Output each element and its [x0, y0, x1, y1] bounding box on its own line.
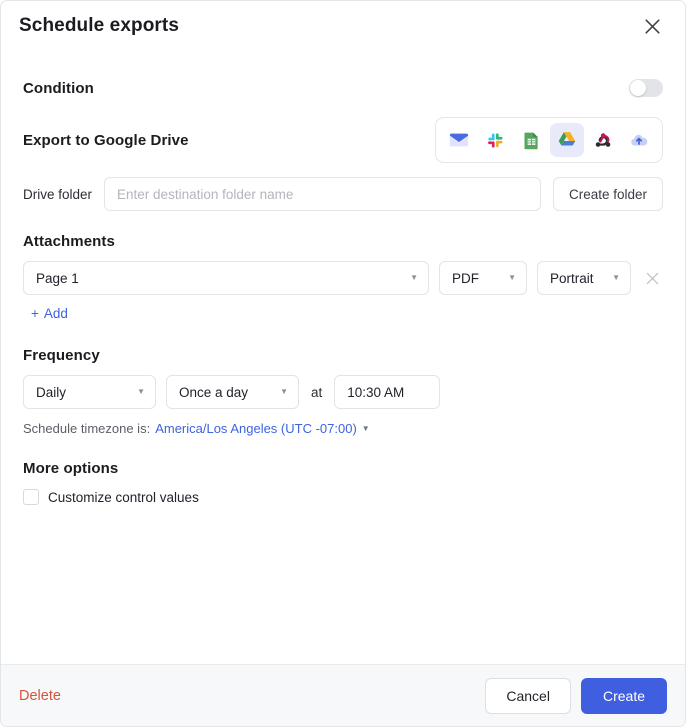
add-attachment-label: Add — [43, 306, 68, 321]
frequency-row: Daily ▼ Once a day ▼ at — [23, 375, 663, 409]
attachment-format-value: PDF — [452, 270, 479, 286]
plus-icon: + — [31, 306, 39, 321]
chevron-down-icon: ▼ — [137, 387, 145, 396]
customize-control-values-label: Customize control values — [48, 489, 199, 505]
timezone-row: Schedule timezone is: America/Los Angele… — [23, 421, 663, 436]
add-attachment-button[interactable]: + Add — [23, 306, 68, 321]
chevron-down-icon[interactable]: ▼ — [362, 424, 370, 433]
dialog-header: Schedule exports — [1, 1, 685, 51]
timezone-link[interactable]: America/Los Angeles (UTC -07:00) — [155, 421, 357, 436]
destination-slack[interactable] — [478, 123, 512, 157]
condition-label: Condition — [23, 79, 94, 97]
attachment-orientation-select[interactable]: Portrait ▼ — [537, 261, 631, 295]
destination-email[interactable] — [442, 123, 476, 157]
attachments-heading: Attachments — [23, 233, 115, 250]
frequency-repeat-value: Once a day — [179, 384, 249, 400]
export-destination-row: Export to Google Drive — [23, 117, 663, 163]
customize-control-values-row: Customize control values — [23, 489, 663, 505]
attachment-page-value: Page 1 — [36, 270, 79, 286]
timezone-prefix: Schedule timezone is: — [23, 421, 151, 436]
chevron-down-icon: ▼ — [508, 273, 516, 282]
footer-actions: Cancel Create — [485, 677, 667, 714]
destination-cloud-upload[interactable] — [622, 123, 656, 157]
dialog-body: Condition Export to Google Drive Drive f… — [1, 51, 685, 664]
schedule-exports-dialog: Schedule exports Condition Export to Goo… — [0, 0, 686, 727]
create-button[interactable]: Create — [580, 677, 667, 714]
google-sheets-icon — [524, 132, 538, 149]
drive-folder-label: Drive folder — [23, 186, 93, 202]
frequency-interval-select[interactable]: Daily ▼ — [23, 375, 156, 409]
chevron-down-icon: ▼ — [280, 387, 288, 396]
slack-icon — [487, 132, 503, 148]
at-label: at — [311, 384, 323, 400]
frequency-time-input[interactable] — [334, 375, 441, 409]
cloud-upload-icon — [631, 134, 648, 146]
delete-button[interactable]: Delete — [19, 688, 61, 704]
frequency-repeat-select[interactable]: Once a day ▼ — [166, 375, 299, 409]
more-options-heading: More options — [23, 460, 119, 477]
destination-webhook[interactable] — [586, 123, 620, 157]
condition-row: Condition — [23, 69, 663, 107]
close-button[interactable] — [637, 11, 667, 41]
drive-folder-input[interactable] — [104, 177, 541, 211]
dialog-footer: Delete Cancel Create — [1, 664, 685, 726]
condition-toggle[interactable] — [629, 79, 663, 97]
close-icon — [646, 272, 658, 284]
destination-google-sheets[interactable] — [514, 123, 548, 157]
chevron-down-icon: ▼ — [612, 273, 620, 282]
page-title: Schedule exports — [19, 15, 179, 36]
webhook-icon — [595, 133, 611, 147]
attachment-page-select[interactable]: Page 1 ▼ — [23, 261, 429, 295]
attachment-format-select[interactable]: PDF ▼ — [439, 261, 527, 295]
attachment-orientation-value: Portrait — [550, 270, 594, 286]
drive-folder-row: Drive folder Create folder — [23, 177, 663, 211]
toggle-knob — [630, 80, 646, 96]
frequency-heading: Frequency — [23, 347, 100, 364]
google-drive-icon — [558, 132, 576, 146]
customize-control-values-checkbox[interactable] — [23, 489, 39, 505]
chevron-down-icon: ▼ — [410, 273, 418, 282]
frequency-interval-value: Daily — [36, 384, 67, 400]
cancel-button[interactable]: Cancel — [485, 677, 571, 714]
destination-google-drive[interactable] — [550, 123, 584, 157]
export-heading: Export to Google Drive — [23, 131, 189, 149]
destination-strip — [435, 117, 663, 163]
close-icon — [644, 18, 660, 34]
email-icon — [449, 133, 469, 147]
attachment-row: Page 1 ▼ PDF ▼ Portrait ▼ — [23, 261, 663, 295]
remove-attachment-button[interactable] — [641, 267, 663, 289]
create-folder-button[interactable]: Create folder — [552, 177, 663, 211]
